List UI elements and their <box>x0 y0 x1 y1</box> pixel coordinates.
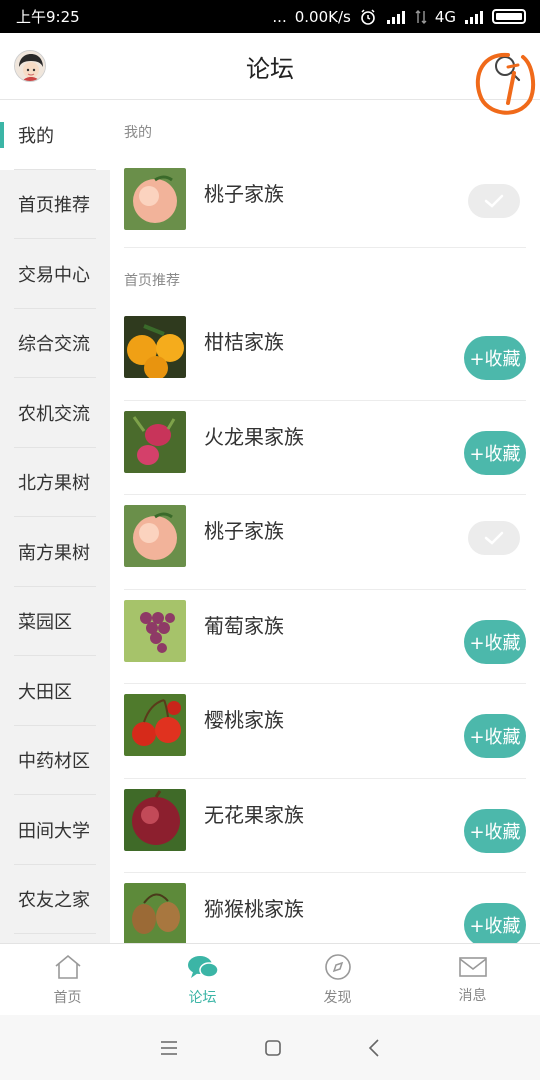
sidebar-item-home-recommend[interactable]: 首页推荐 <box>0 170 110 240</box>
status-dots: ... <box>272 7 287 26</box>
network-speed: 0.00K/s <box>294 7 351 26</box>
back-icon[interactable] <box>367 1038 381 1058</box>
subscribed-toggle[interactable] <box>468 521 520 555</box>
forum-list: 我的 桃子家族 首页推荐 柑桔家族 +收藏 火龙果家族 +收藏 桃子家族 葡萄家… <box>110 100 540 943</box>
list-item[interactable]: 樱桃家族 +收藏 <box>124 684 526 779</box>
sidebar-item-herbs[interactable]: 中药材区 <box>0 726 110 796</box>
list-item[interactable]: 火龙果家族 +收藏 <box>124 401 526 495</box>
add-favorite-button[interactable]: +收藏 <box>464 336 526 380</box>
sidebar-item-machinery[interactable]: 农机交流 <box>0 378 110 448</box>
add-favorite-button[interactable]: +收藏 <box>464 714 526 758</box>
add-favorite-button[interactable]: +收藏 <box>464 619 526 664</box>
sidebar-item-label: 综合交流 <box>18 334 90 356</box>
add-favorite-button[interactable]: +收藏 <box>464 903 526 943</box>
status-indicators: ... 0.00K/s 4G <box>272 8 526 26</box>
nav-label: 消息 <box>458 987 487 1004</box>
list-item[interactable]: 桃子家族 <box>124 495 526 590</box>
peach-image <box>124 168 186 230</box>
home-square-icon[interactable] <box>264 1039 282 1057</box>
status-bar: 上午9:25 ... 0.00K/s 4G <box>0 0 540 33</box>
sidebar-item-field-crops[interactable]: 大田区 <box>0 656 110 726</box>
battery-icon <box>492 9 526 24</box>
orange-image <box>124 316 186 378</box>
status-time: 上午9:25 <box>16 8 80 26</box>
sidebar-item-label: 我的 <box>18 125 54 147</box>
alarm-icon <box>361 8 375 25</box>
list-item[interactable]: 桃子家族 <box>124 158 526 248</box>
nav-home[interactable]: 首页 <box>0 944 135 1015</box>
forum-name: 无花果家族 <box>204 802 304 827</box>
sidebar-item-label: 农友之家 <box>18 890 90 912</box>
nav-forum[interactable]: 论坛 <box>135 944 270 1015</box>
cherry-image <box>124 694 186 756</box>
sidebar-item-south-fruit[interactable]: 南方果树 <box>0 517 110 587</box>
forum-name: 火龙果家族 <box>204 424 304 449</box>
section-label: 首页推荐 <box>124 273 180 289</box>
bottom-nav: 首页 论坛 发现 消息 <box>0 943 540 1015</box>
forum-name: 葡萄家族 <box>204 613 284 638</box>
peach-image <box>124 505 186 567</box>
user-avatar-icon <box>15 51 45 81</box>
grape-image <box>124 599 186 662</box>
forum-name: 柑桔家族 <box>204 330 284 354</box>
home-icon <box>54 954 81 979</box>
compass-icon <box>324 953 351 980</box>
system-nav-bar <box>0 1015 540 1080</box>
sidebar-item-vegetable[interactable]: 菜园区 <box>0 587 110 657</box>
forum-name: 桃子家族 <box>204 182 284 206</box>
sidebar-item-general[interactable]: 综合交流 <box>0 309 110 379</box>
subscribed-toggle[interactable] <box>468 184 520 218</box>
nav-discover[interactable]: 发现 <box>270 944 405 1015</box>
sidebar-item-label: 北方果树 <box>18 473 90 495</box>
network-type: 4G <box>434 7 456 26</box>
sidebar-item-label: 农机交流 <box>18 403 90 425</box>
add-favorite-button[interactable]: +收藏 <box>464 430 526 475</box>
sidebar-item-label: 菜园区 <box>18 612 72 634</box>
data-transfer-icon <box>415 9 427 24</box>
sidebar-item-trading[interactable]: 交易中心 <box>0 239 110 309</box>
check-icon <box>484 194 504 208</box>
list-item[interactable]: 柑桔家族 +收藏 <box>124 306 526 401</box>
sidebar-item-label: 首页推荐 <box>18 195 90 217</box>
add-favorite-button[interactable]: +收藏 <box>464 808 526 853</box>
list-item[interactable]: 猕猴桃家族 +收藏 <box>124 873 526 943</box>
nav-label: 首页 <box>53 989 82 1006</box>
list-item[interactable]: 葡萄家族 +收藏 <box>124 590 526 684</box>
page-title: 论坛 <box>246 54 294 83</box>
signal-hd-icon <box>386 10 405 24</box>
sidebar-item-label: 交易中心 <box>18 264 90 286</box>
check-icon <box>484 531 504 545</box>
list-item[interactable]: 无花果家族 +收藏 <box>124 779 526 873</box>
sidebar-item-label: 南方果树 <box>18 542 90 564</box>
nav-label: 论坛 <box>188 989 217 1006</box>
signal-icon <box>465 10 483 24</box>
sidebar-item-label: 田间大学 <box>18 820 90 842</box>
sidebar-item-label: 大田区 <box>18 681 72 703</box>
forum-name: 猕猴桃家族 <box>204 897 304 921</box>
menu-icon[interactable] <box>159 1040 179 1056</box>
mail-icon <box>458 956 487 977</box>
sidebar-item-mine[interactable]: 我的 <box>0 100 110 170</box>
sidebar-item-field-university[interactable]: 田间大学 <box>0 795 110 865</box>
chat-bubbles-icon <box>187 955 219 978</box>
avatar[interactable] <box>14 50 46 82</box>
nav-label: 发现 <box>323 989 352 1006</box>
sidebar-item-north-fruit[interactable]: 北方果树 <box>0 448 110 518</box>
forum-name: 樱桃家族 <box>204 708 284 732</box>
sidebar-item-farmers-home[interactable]: 农友之家 <box>0 865 110 935</box>
nav-messages[interactable]: 消息 <box>405 944 540 1015</box>
dragonfruit-image <box>124 410 186 473</box>
top-bar: 论坛 <box>0 33 540 115</box>
section-label: 我的 <box>124 125 152 141</box>
kiwi-image <box>124 883 186 943</box>
category-sidebar: 我的 首页推荐 交易中心 综合交流 农机交流 北方果树 南方果树 菜园区 大田区… <box>0 100 110 943</box>
fig-image <box>124 788 186 851</box>
forum-name: 桃子家族 <box>204 519 284 543</box>
sidebar-item-label: 中药材区 <box>18 751 90 773</box>
